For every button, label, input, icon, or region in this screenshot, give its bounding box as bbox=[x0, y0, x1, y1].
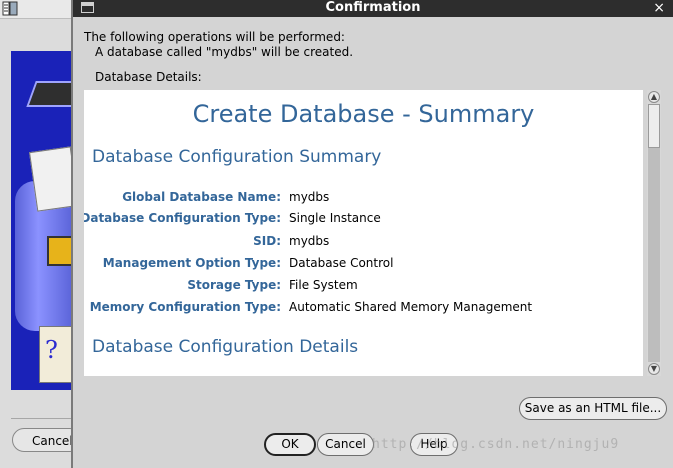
row-value: Automatic Shared Memory Management bbox=[289, 300, 533, 314]
row-label: SID: bbox=[253, 234, 281, 248]
summary-row: SID: mydbs bbox=[84, 234, 643, 252]
document-icon bbox=[29, 146, 73, 212]
dialog-title: Confirmation bbox=[325, 0, 421, 15]
summary-title: Create Database - Summary bbox=[192, 100, 535, 128]
row-value: mydbs bbox=[289, 234, 330, 248]
scroll-thumb[interactable] bbox=[648, 104, 660, 148]
divider bbox=[11, 418, 71, 419]
summary-row: Memory Configuration Type: Automatic Sha… bbox=[84, 300, 643, 318]
section-heading-details: Database Configuration Details bbox=[92, 337, 359, 357]
row-label: Management Option Type: bbox=[102, 256, 281, 270]
row-value: Database Control bbox=[289, 256, 394, 270]
row-label: Global Database Name: bbox=[122, 190, 281, 204]
section-heading-summary: Database Configuration Summary bbox=[92, 147, 382, 167]
summary-row: Storage Type: File System bbox=[84, 278, 643, 296]
summary-scrollbar[interactable]: ▲ ▼ bbox=[647, 90, 661, 376]
summary-row: Global Database Name: mydbs bbox=[84, 190, 643, 208]
row-label: Storage Type: bbox=[187, 278, 281, 292]
summary-row: Database Configuration Type: Single Inst… bbox=[84, 211, 643, 229]
scroll-down-icon[interactable]: ▼ bbox=[648, 363, 660, 375]
row-label: Memory Configuration Type: bbox=[89, 300, 281, 314]
dialog-titlebar[interactable]: Confirmation × bbox=[73, 0, 673, 17]
chip-icon bbox=[26, 81, 73, 107]
summary-pane: Create Database - Summary Database Confi… bbox=[84, 90, 643, 376]
operations-intro: The following operations will be perform… bbox=[84, 30, 345, 44]
cancel-button[interactable]: Cancel bbox=[317, 433, 374, 456]
row-value: Single Instance bbox=[289, 211, 381, 225]
summary-row: Management Option Type: Database Control bbox=[84, 256, 643, 274]
question-mark-icon: ? bbox=[45, 336, 58, 364]
watermark-text: http://blog.csdn.net/ningju9 bbox=[372, 437, 620, 452]
row-value: mydbs bbox=[289, 190, 330, 204]
wizard-banner-image: ? bbox=[11, 51, 73, 390]
operation-item: A database called "mydbs" will be create… bbox=[95, 45, 354, 59]
close-icon[interactable]: × bbox=[653, 0, 665, 16]
scroll-up-icon[interactable]: ▲ bbox=[648, 91, 660, 103]
row-label: Database Configuration Type: bbox=[84, 211, 281, 225]
ok-button[interactable]: OK bbox=[264, 433, 316, 456]
save-as-html-button[interactable]: Save as an HTML file... bbox=[519, 397, 667, 420]
box-icon bbox=[47, 236, 73, 266]
application-icon bbox=[2, 1, 18, 16]
row-value: File System bbox=[289, 278, 358, 292]
confirmation-dialog: Confirmation × The following operations … bbox=[71, 0, 673, 468]
database-details-label: Database Details: bbox=[95, 70, 202, 84]
